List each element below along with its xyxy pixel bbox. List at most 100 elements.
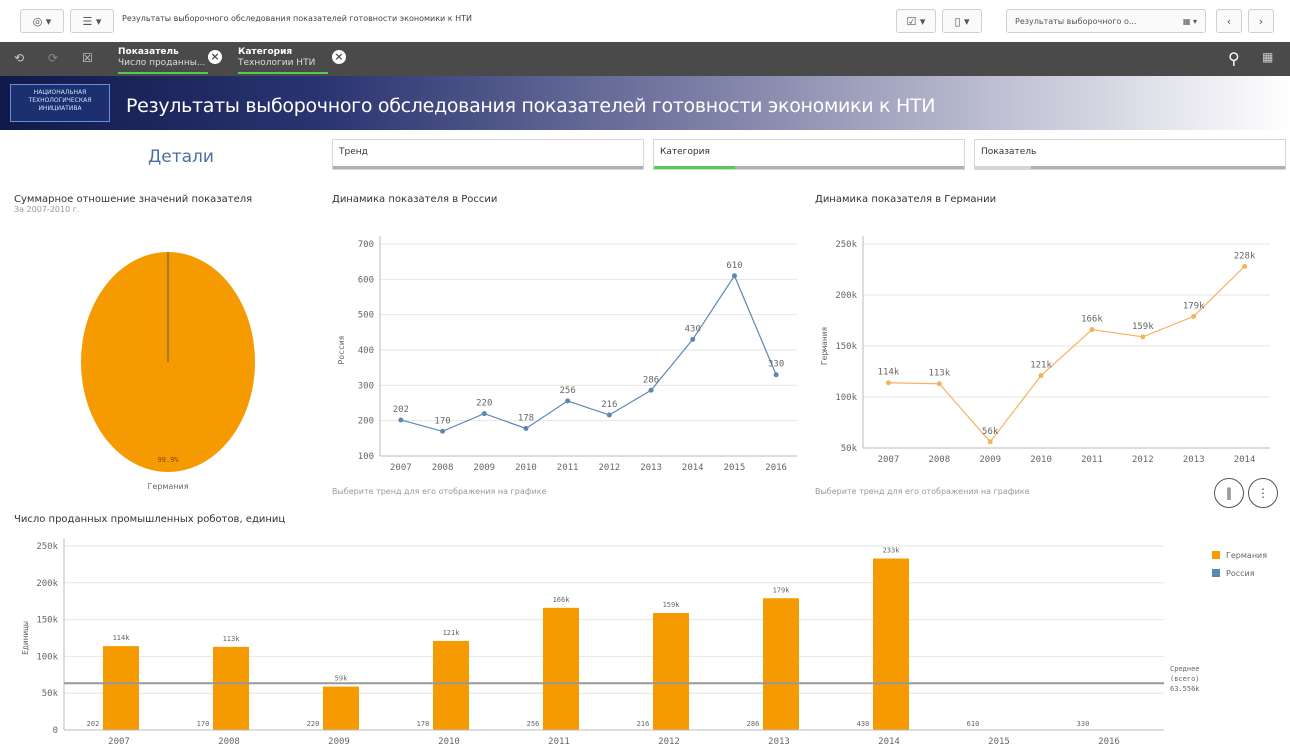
- selection-pill-indicator[interactable]: Показатель Число проданны...: [118, 47, 218, 74]
- bar-chart-toggle-icon[interactable]: ‖: [1214, 478, 1244, 508]
- scatter-toggle-icon[interactable]: ⋮: [1248, 478, 1278, 508]
- x-tick-label: 2011: [557, 463, 579, 473]
- bar-label-germany: 121k: [443, 629, 461, 637]
- data-label: 220: [476, 399, 492, 409]
- data-point[interactable]: [731, 273, 737, 279]
- filter-trend[interactable]: Тренд: [332, 139, 644, 170]
- x-tick-label: 2007: [108, 737, 130, 747]
- data-point[interactable]: [606, 412, 612, 418]
- x-tick-label: 2016: [1098, 737, 1120, 747]
- data-point[interactable]: [440, 428, 446, 434]
- x-tick-label: 2013: [768, 737, 790, 747]
- data-point[interactable]: [1038, 373, 1044, 379]
- sheet-selector[interactable]: Результаты выборочного о... ▦ ▾: [1006, 9, 1206, 33]
- x-tick-label: 2014: [1234, 455, 1256, 465]
- x-tick-label: 2009: [328, 737, 350, 747]
- x-tick-label: 2008: [928, 455, 950, 465]
- pie-chart[interactable]: 99.9% Германия: [60, 240, 280, 500]
- bar-germany[interactable]: [323, 686, 359, 730]
- navigation-menu-button[interactable]: ◎ ▾: [20, 9, 64, 33]
- reference-line-label: Среднее: [1170, 665, 1200, 673]
- data-point[interactable]: [523, 425, 529, 431]
- y-tick-label: 600: [358, 275, 374, 285]
- step-forward-icon[interactable]: ⟳: [48, 51, 58, 65]
- data-point[interactable]: [690, 336, 696, 342]
- bookmark-button[interactable]: ☑ ▾: [896, 9, 936, 33]
- details-link[interactable]: Детали: [148, 147, 214, 167]
- germany-line-chart[interactable]: 50k 100k 150k 200k 250k Германия 2007 2008 2009 2…: [815, 220, 1285, 480]
- y-tick-label: 0: [53, 726, 58, 736]
- bar-germany[interactable]: [543, 607, 579, 730]
- selection-value: Технологии НТИ: [238, 58, 316, 68]
- clear-selection-icon[interactable]: ×: [208, 50, 222, 64]
- bar-label-russia: 202: [87, 720, 100, 728]
- y-tick-label: 50k: [841, 444, 858, 454]
- data-point[interactable]: [987, 439, 993, 445]
- x-tick-label: 2015: [988, 737, 1010, 747]
- filter-indicator[interactable]: Показатель: [974, 139, 1286, 170]
- data-label: 610: [726, 261, 742, 271]
- x-tick-label: 2007: [390, 463, 412, 473]
- russia-chart-hint: Выберите тренд для его отображения на гр…: [332, 487, 547, 496]
- pie-slice-label: 99.9%: [157, 456, 179, 464]
- data-label: 286: [643, 375, 659, 385]
- legend-label[interactable]: Германия: [1226, 551, 1267, 560]
- data-point[interactable]: [773, 372, 779, 378]
- filter-state-bar: [654, 166, 964, 169]
- legend-swatch[interactable]: [1212, 569, 1220, 577]
- data-point[interactable]: [936, 381, 942, 387]
- filter-state-bar: [975, 166, 1285, 169]
- data-point[interactable]: [1140, 334, 1146, 340]
- legend-swatch[interactable]: [1212, 551, 1220, 559]
- bar-germany[interactable]: [653, 612, 689, 730]
- clear-all-icon[interactable]: ☒: [82, 51, 93, 65]
- data-label: 330: [768, 360, 784, 370]
- data-label: 216: [601, 400, 617, 410]
- x-tick-label: 2007: [878, 455, 900, 465]
- selection-pill-bar: [118, 72, 208, 74]
- app-toolbar: ◎ ▾ ☰ ▾ Результаты выборочного обследова…: [0, 0, 1290, 43]
- filter-category[interactable]: Категория: [653, 139, 965, 170]
- data-point[interactable]: [398, 417, 404, 423]
- x-tick-label: 2011: [548, 737, 570, 747]
- data-point[interactable]: [648, 387, 654, 393]
- germany-chart-title: Динамика показателя в Германии: [815, 194, 997, 205]
- list-menu-button[interactable]: ☰ ▾: [70, 9, 114, 33]
- legend-label[interactable]: Россия: [1226, 569, 1255, 578]
- sheet-menu-button[interactable]: ▯ ▾: [942, 9, 982, 33]
- step-back-icon[interactable]: ⟲: [14, 51, 24, 65]
- clear-selection-icon[interactable]: ×: [332, 50, 346, 64]
- robots-bar-chart[interactable]: 0 50k 100k 150k 200k 250k Единицы 2007 202 114k 20…: [14, 532, 1284, 755]
- selection-pill-category[interactable]: Категория Технологии НТИ: [238, 47, 338, 74]
- y-tick-label: 200k: [835, 291, 857, 301]
- bar-germany[interactable]: [213, 646, 249, 730]
- filter-selected-portion: [975, 166, 1031, 169]
- bar-label-russia: 216: [637, 720, 650, 728]
- bar-germany[interactable]: [103, 646, 139, 730]
- data-point[interactable]: [565, 398, 571, 404]
- previous-sheet-button[interactable]: ‹: [1216, 9, 1242, 33]
- bar-label-germany: 114k: [113, 634, 131, 642]
- bar-germany[interactable]: [433, 640, 469, 730]
- next-sheet-button[interactable]: ›: [1248, 9, 1274, 33]
- search-icon[interactable]: ⚲: [1228, 49, 1240, 68]
- russia-chart-title: Динамика показателя в России: [332, 194, 498, 205]
- data-label: 159k: [1132, 322, 1154, 332]
- data-point[interactable]: [1191, 313, 1197, 319]
- series-line[interactable]: [888, 266, 1245, 443]
- y-axis-label: Германия: [820, 327, 829, 366]
- bar-germany[interactable]: [873, 558, 909, 730]
- data-point[interactable]: [481, 411, 487, 417]
- data-point[interactable]: [885, 380, 891, 386]
- bar-germany[interactable]: [763, 598, 799, 730]
- series-line[interactable]: [400, 274, 777, 432]
- russia-line-chart[interactable]: 100 200 300 400 500 600 700 Россия 2007 2008 2009 2…: [332, 220, 802, 480]
- data-point[interactable]: [1242, 263, 1248, 269]
- x-tick-label: 2010: [438, 737, 460, 747]
- pie-chart-panel: Суммарное отношение значений показателя …: [14, 194, 252, 214]
- y-tick-label: 300: [358, 381, 374, 391]
- reference-line-label: 63.556k: [1170, 685, 1200, 693]
- data-point[interactable]: [1089, 327, 1095, 333]
- nti-logo: НАЦИОНАЛЬНАЯ ТЕХНОЛОГИЧЕСКАЯ ИНИЦИАТИВА: [10, 84, 110, 122]
- selections-tool-icon[interactable]: ▦: [1262, 50, 1273, 64]
